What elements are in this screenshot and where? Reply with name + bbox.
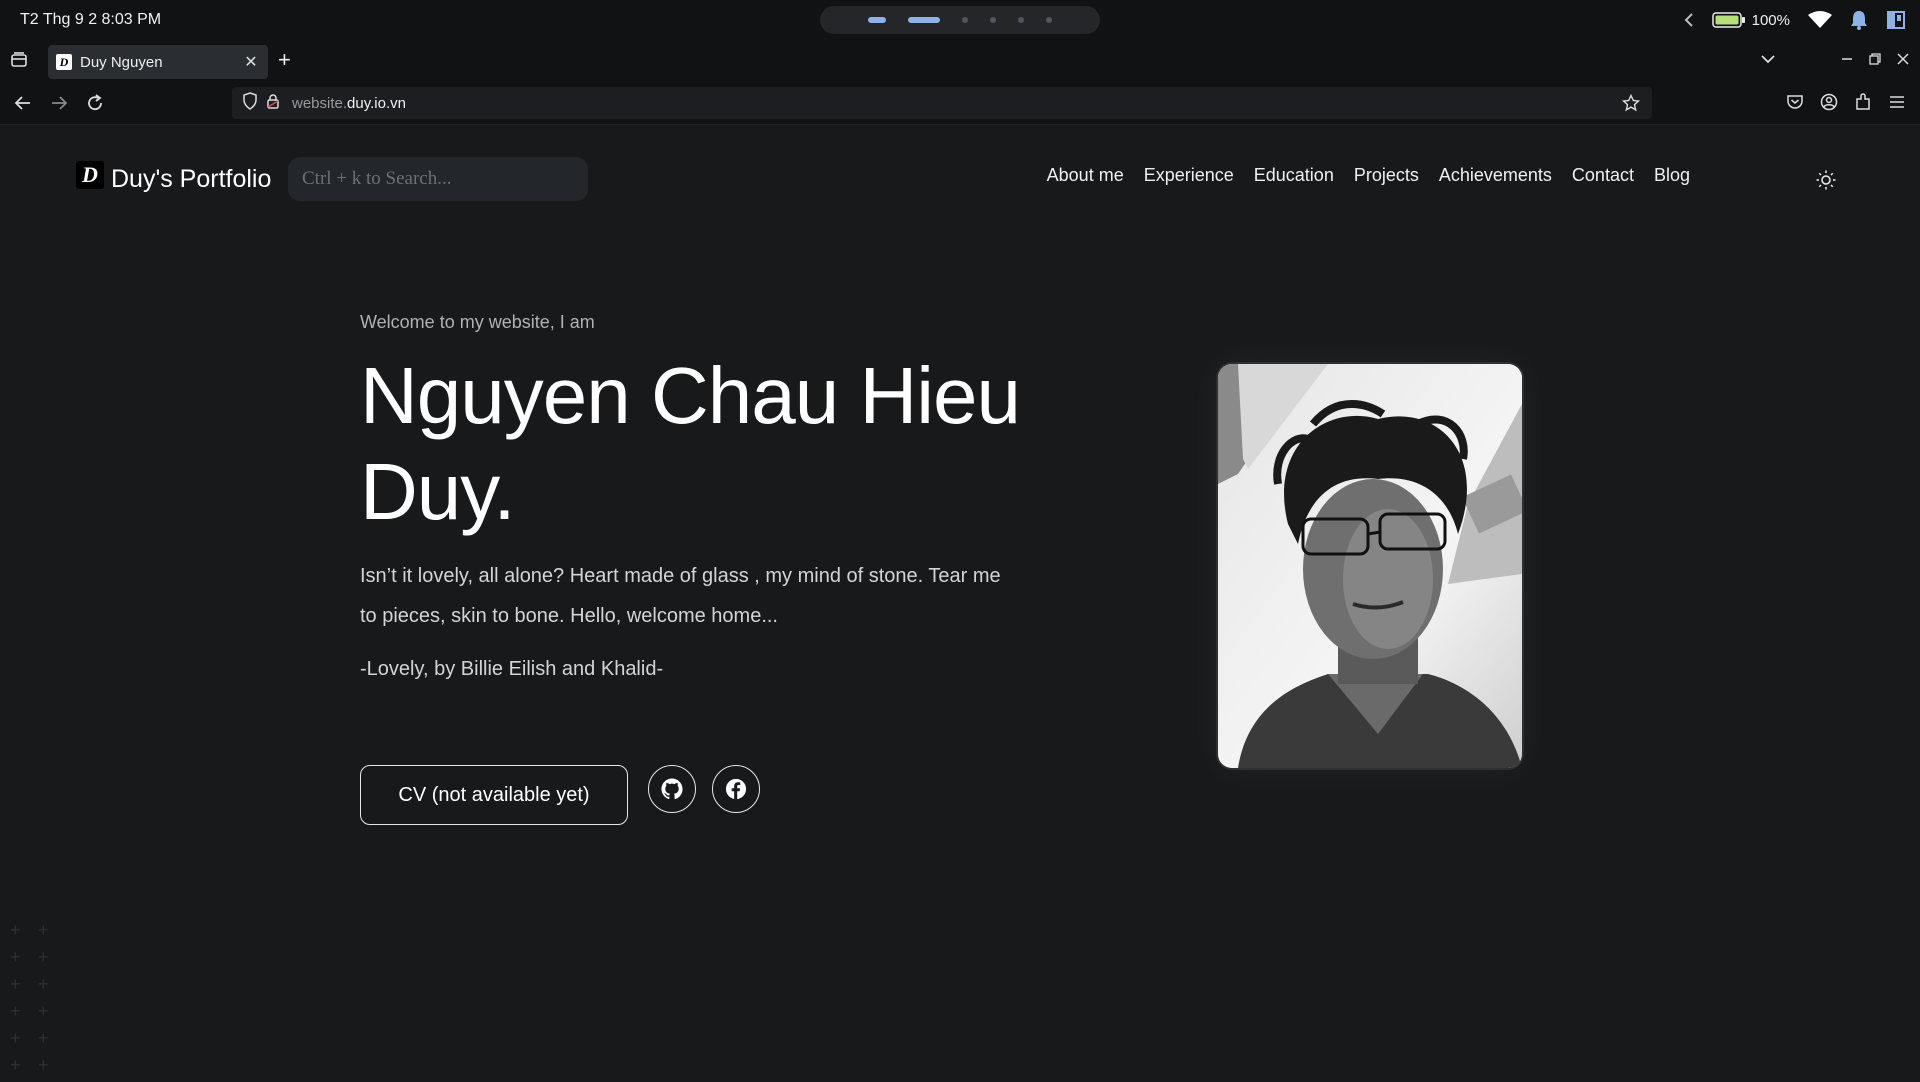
facebook-icon[interactable] xyxy=(712,765,760,813)
workspace-3[interactable] xyxy=(962,17,968,23)
browser-nav-bar: website.duy.io.vn xyxy=(0,82,1920,125)
list-all-tabs-icon[interactable] xyxy=(1760,52,1776,70)
nav-education[interactable]: Education xyxy=(1254,165,1334,186)
nav-blog[interactable]: Blog xyxy=(1654,165,1690,186)
pocket-icon[interactable] xyxy=(1786,93,1804,116)
hero-intro: Welcome to my website, I am xyxy=(360,312,595,332)
panel-icon[interactable] xyxy=(1886,10,1906,30)
hero-lyric-credit: -Lovely, by Billie Eilish and Khalid- xyxy=(360,658,664,680)
nav-projects[interactable]: Projects xyxy=(1354,165,1419,186)
lock-icon[interactable] xyxy=(266,93,280,114)
shield-icon[interactable] xyxy=(242,91,258,115)
plus-icon: + xyxy=(10,1028,21,1048)
logo-icon[interactable]: D xyxy=(76,161,104,189)
browser-tab-strip: D Duy Nguyen ✕ + xyxy=(0,40,1920,82)
hamburger-menu-icon[interactable] xyxy=(1888,93,1906,116)
tab-close-icon[interactable]: ✕ xyxy=(242,52,260,72)
site-header: D Duy's Portfolio About me Experience Ed… xyxy=(0,125,1920,235)
workspace-1[interactable] xyxy=(868,17,886,23)
search-input[interactable] xyxy=(288,157,588,201)
forward-arrow-icon[interactable] xyxy=(50,94,70,114)
workspace-6[interactable] xyxy=(1046,17,1052,23)
workspace-indicator[interactable] xyxy=(820,6,1100,34)
url-text[interactable]: website.duy.io.vn xyxy=(292,95,406,112)
plus-icon: + xyxy=(38,1055,49,1075)
decorative-plus-grid: + + + + + + + + + + + + xyxy=(10,920,66,1082)
workspace-5[interactable] xyxy=(1018,17,1024,23)
tab-overview-icon[interactable] xyxy=(10,51,30,71)
battery-percent: 100% xyxy=(1751,11,1790,29)
plus-icon: + xyxy=(38,974,49,994)
bookmark-star-icon[interactable] xyxy=(1621,93,1641,117)
minimize-icon[interactable] xyxy=(1840,52,1854,69)
os-clock[interactable]: T2 Thg 9 2 8:03 PM xyxy=(20,11,161,29)
hero-lyric: Isn’t it lovely, all alone? Heart made o… xyxy=(360,565,1001,627)
address-bar[interactable]: website.duy.io.vn xyxy=(232,87,1652,119)
browser-tab-active[interactable]: D Duy Nguyen ✕ xyxy=(48,45,268,79)
battery-icon[interactable] xyxy=(1711,12,1746,28)
site-logo-text[interactable]: Duy's Portfolio xyxy=(111,165,271,194)
sun-icon[interactable] xyxy=(1815,169,1837,191)
account-icon[interactable] xyxy=(1820,93,1838,116)
restore-icon[interactable] xyxy=(1868,52,1882,69)
workspace-4[interactable] xyxy=(990,17,996,23)
plus-icon: + xyxy=(38,1001,49,1021)
nav-experience[interactable]: Experience xyxy=(1144,165,1234,186)
workspace-2[interactable] xyxy=(908,17,940,23)
nav-achievements[interactable]: Achievements xyxy=(1439,165,1552,186)
nav-about-me[interactable]: About me xyxy=(1047,165,1124,186)
tab-title: Duy Nguyen xyxy=(80,53,163,71)
plus-icon: + xyxy=(38,920,49,940)
new-tab-button[interactable]: + xyxy=(278,49,291,71)
plus-icon: + xyxy=(10,1055,21,1075)
plus-icon: + xyxy=(10,1001,21,1021)
back-arrow-icon[interactable] xyxy=(14,94,34,114)
site-favicon-icon: D xyxy=(56,54,72,70)
cv-button[interactable]: CV (not available yet) xyxy=(360,765,628,825)
plus-icon: + xyxy=(38,947,49,967)
github-icon[interactable] xyxy=(648,765,696,813)
plus-icon: + xyxy=(10,974,21,994)
plus-icon: + xyxy=(10,920,21,940)
bell-icon[interactable] xyxy=(1850,10,1868,30)
close-window-icon[interactable] xyxy=(1896,52,1910,69)
url-domain: duy.io.vn xyxy=(347,94,406,112)
wifi-icon[interactable] xyxy=(1808,11,1832,29)
os-top-bar: T2 Thg 9 2 8:03 PM 100% xyxy=(0,0,1920,40)
url-subdomain: website. xyxy=(292,94,348,112)
plus-icon: + xyxy=(10,947,21,967)
chevron-left-icon[interactable] xyxy=(1684,13,1694,27)
nav-contact[interactable]: Contact xyxy=(1572,165,1634,186)
plus-icon: + xyxy=(38,1028,49,1048)
main-menu: About me Experience Education Projects A… xyxy=(1047,165,1690,186)
reload-icon[interactable] xyxy=(86,94,106,114)
extensions-icon[interactable] xyxy=(1854,93,1872,116)
profile-photo xyxy=(1218,364,1522,768)
hero-name: Nguyen Chau Hieu Duy. xyxy=(360,351,1021,536)
